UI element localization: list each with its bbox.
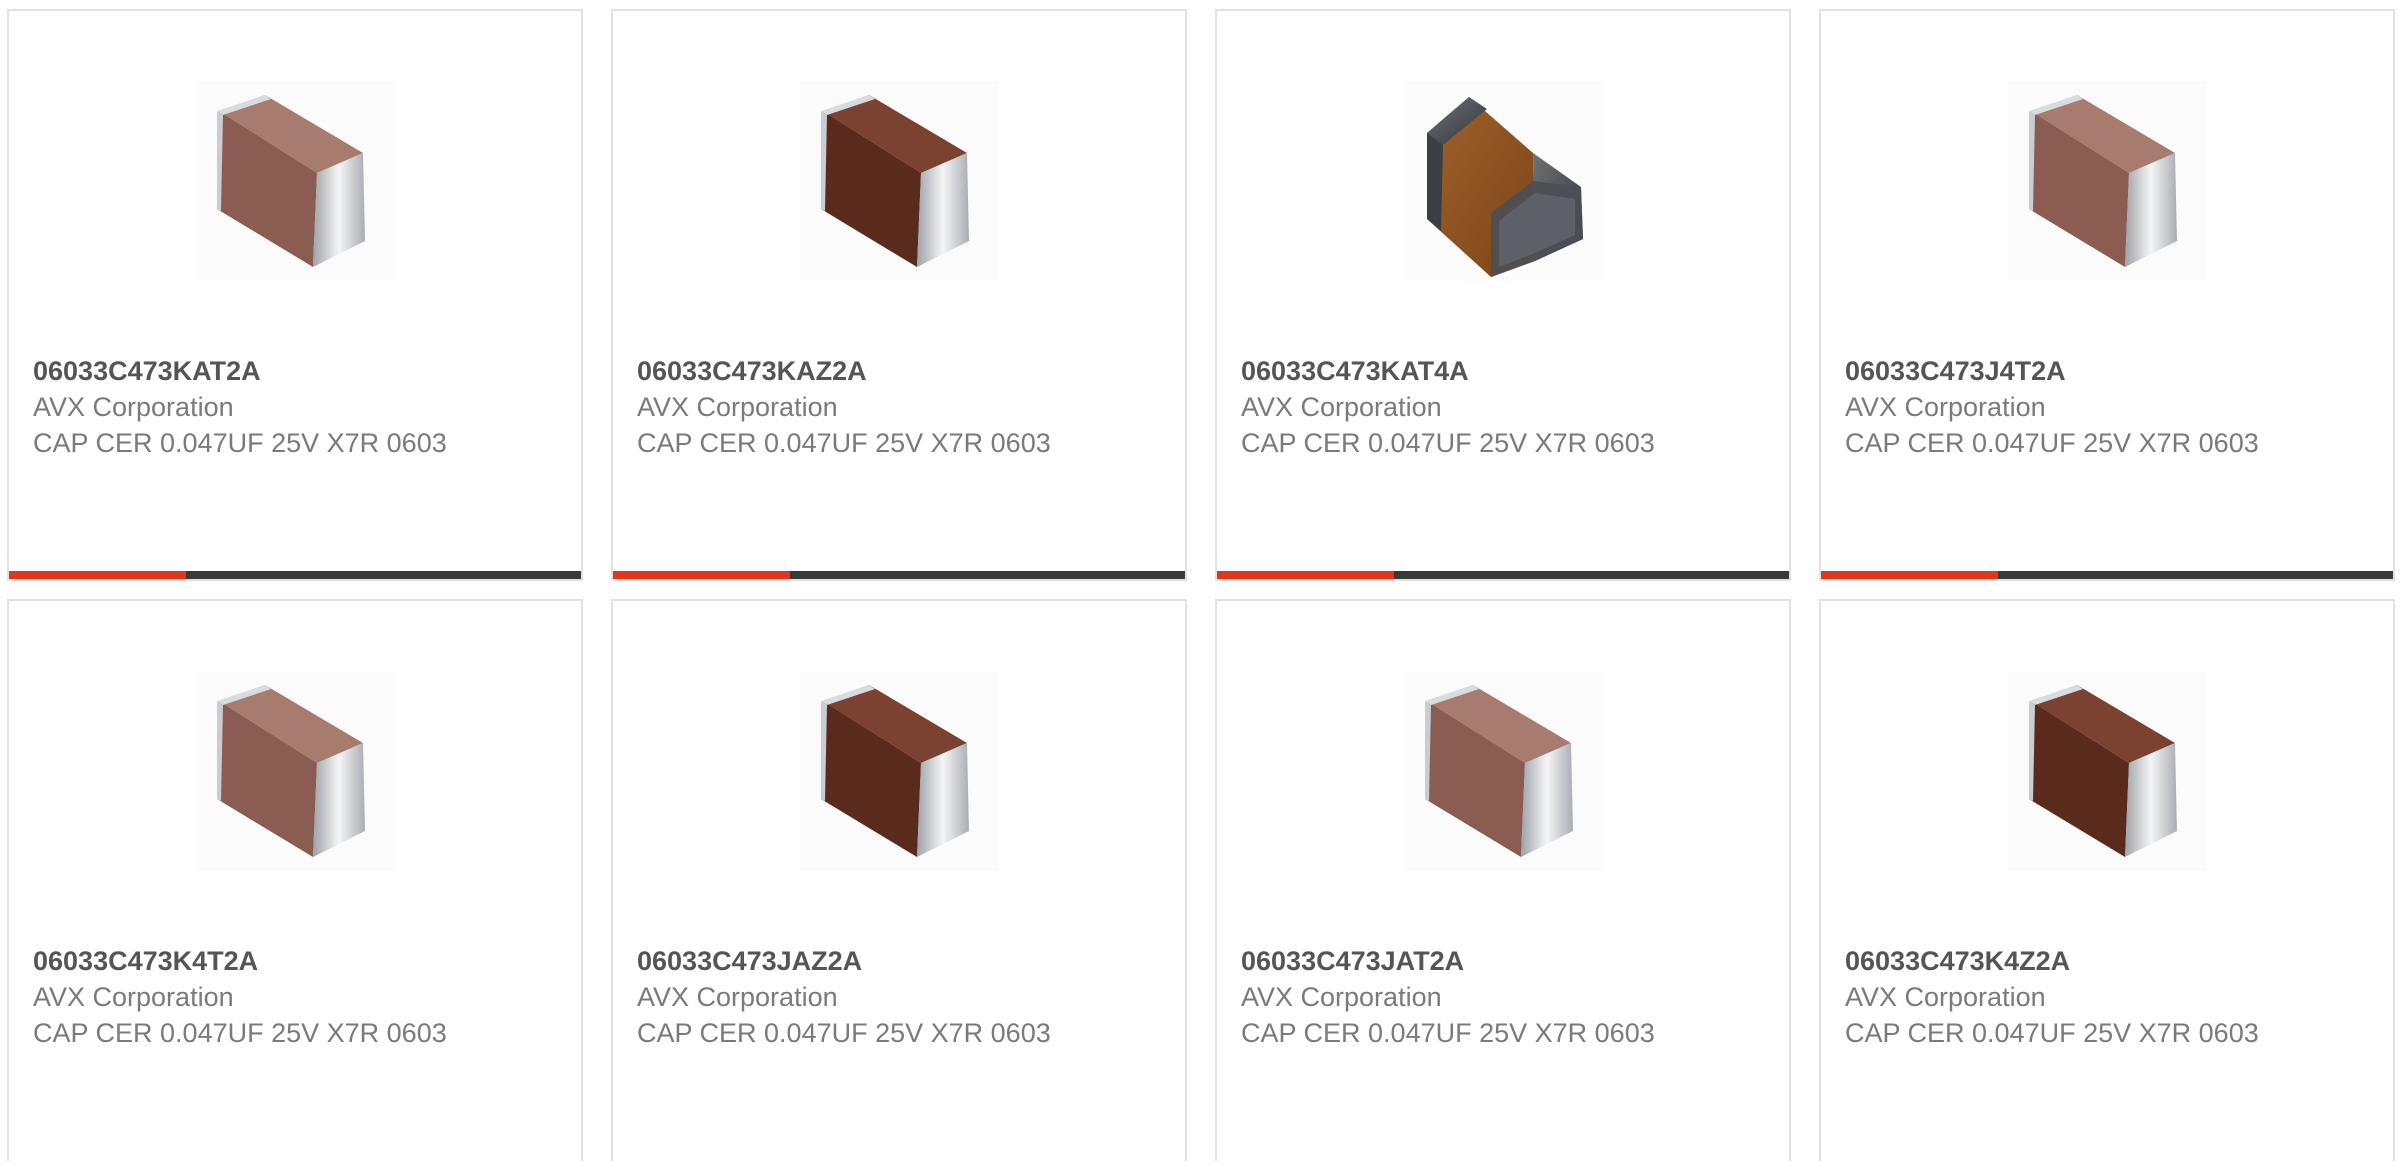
manufacturer: AVX Corporation xyxy=(33,392,234,422)
description: CAP CER 0.047UF 25V X7R 0603 xyxy=(1241,428,1655,458)
capacitor-orange-icon xyxy=(1403,81,1603,281)
manufacturer: AVX Corporation xyxy=(1845,392,2046,422)
part-number: 06033C473K4T2A xyxy=(33,946,259,976)
card-progress-fill xyxy=(613,571,791,579)
description: CAP CER 0.047UF 25V X7R 0603 xyxy=(33,428,447,458)
card-progress-fill xyxy=(1821,571,1999,579)
capacitor-light-icon xyxy=(195,671,395,871)
card-progress-bar xyxy=(1821,571,2393,579)
capacitor-dark-icon xyxy=(799,671,999,871)
capacitor-dark-icon xyxy=(2007,671,2207,871)
manufacturer: AVX Corporation xyxy=(637,392,838,422)
manufacturer: AVX Corporation xyxy=(1241,982,1442,1012)
product-info: 06033C473KAT4A AVX Corporation CAP CER 0… xyxy=(1241,353,1761,461)
product-info: 06033C473JAZ2A AVX Corporation CAP CER 0… xyxy=(637,943,1157,1051)
capacitor-light-icon xyxy=(195,81,395,281)
part-number: 06033C473KAZ2A xyxy=(637,356,867,386)
product-card[interactable]: 06033C473K4Z2A AVX Corporation CAP CER 0… xyxy=(1819,599,2395,1161)
description: CAP CER 0.047UF 25V X7R 0603 xyxy=(33,1018,447,1048)
product-card[interactable]: 06033C473J4T2A AVX Corporation CAP CER 0… xyxy=(1819,9,2395,581)
part-number: 06033C473KAT4A xyxy=(1241,356,1469,386)
product-info: 06033C473J4T2A AVX Corporation CAP CER 0… xyxy=(1845,353,2365,461)
product-card[interactable]: 06033C473KAZ2A AVX Corporation CAP CER 0… xyxy=(611,9,1187,581)
description: CAP CER 0.047UF 25V X7R 0603 xyxy=(1845,428,2259,458)
product-info: 06033C473K4T2A AVX Corporation CAP CER 0… xyxy=(33,943,553,1051)
product-grid: 06033C473KAT2A AVX Corporation CAP CER 0… xyxy=(0,0,2400,1161)
part-number: 06033C473K4Z2A xyxy=(1845,946,2071,976)
manufacturer: AVX Corporation xyxy=(1241,392,1442,422)
card-progress-bar xyxy=(1217,571,1789,579)
manufacturer: AVX Corporation xyxy=(33,982,234,1012)
description: CAP CER 0.047UF 25V X7R 0603 xyxy=(637,1018,1051,1048)
product-info: 06033C473KAZ2A AVX Corporation CAP CER 0… xyxy=(637,353,1157,461)
capacitor-light-icon xyxy=(2007,81,2207,281)
capacitor-dark-icon xyxy=(799,81,999,281)
product-info: 06033C473KAT2A AVX Corporation CAP CER 0… xyxy=(33,353,553,461)
product-card[interactable]: 06033C473K4T2A AVX Corporation CAP CER 0… xyxy=(7,599,583,1161)
capacitor-light-icon xyxy=(1403,671,1603,871)
card-progress-bar xyxy=(613,571,1185,579)
description: CAP CER 0.047UF 25V X7R 0603 xyxy=(1845,1018,2259,1048)
description: CAP CER 0.047UF 25V X7R 0603 xyxy=(1241,1018,1655,1048)
product-card[interactable]: 06033C473KAT2A AVX Corporation CAP CER 0… xyxy=(7,9,583,581)
part-number: 06033C473J4T2A xyxy=(1845,356,2066,386)
card-progress-fill xyxy=(1217,571,1395,579)
product-card[interactable]: 06033C473KAT4A AVX Corporation CAP CER 0… xyxy=(1215,9,1791,581)
product-info: 06033C473K4Z2A AVX Corporation CAP CER 0… xyxy=(1845,943,2365,1051)
card-progress-fill xyxy=(9,571,187,579)
product-card[interactable]: 06033C473JAT2A AVX Corporation CAP CER 0… xyxy=(1215,599,1791,1161)
part-number: 06033C473KAT2A xyxy=(33,356,261,386)
part-number: 06033C473JAZ2A xyxy=(637,946,863,976)
manufacturer: AVX Corporation xyxy=(1845,982,2046,1012)
product-info: 06033C473JAT2A AVX Corporation CAP CER 0… xyxy=(1241,943,1761,1051)
description: CAP CER 0.047UF 25V X7R 0603 xyxy=(637,428,1051,458)
product-card[interactable]: 06033C473JAZ2A AVX Corporation CAP CER 0… xyxy=(611,599,1187,1161)
part-number: 06033C473JAT2A xyxy=(1241,946,1465,976)
manufacturer: AVX Corporation xyxy=(637,982,838,1012)
card-progress-bar xyxy=(9,571,581,579)
